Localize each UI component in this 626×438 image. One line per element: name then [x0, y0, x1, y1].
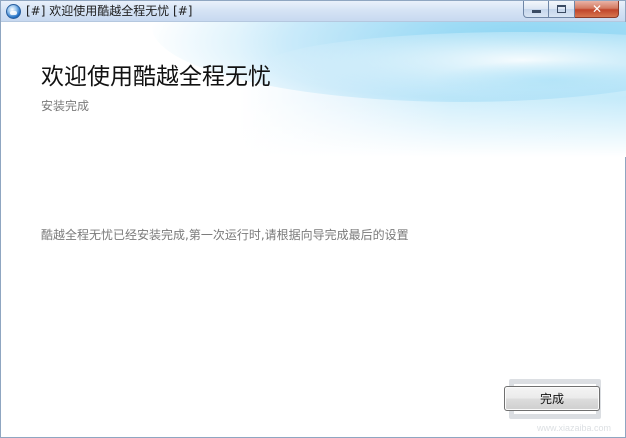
- close-button[interactable]: ✕: [575, 1, 619, 18]
- page-subtitle: 安装完成: [41, 99, 90, 113]
- installer-window: [#] 欢迎使用酷越全程无忧 [#] ✕ 欢迎使用酷越全程无忧 安装完成 酷越全…: [0, 0, 626, 438]
- title-bar[interactable]: [#] 欢迎使用酷越全程无忧 [#] ✕: [1, 1, 625, 22]
- maximize-icon: [557, 5, 566, 13]
- finish-button[interactable]: 完成: [504, 386, 600, 411]
- close-icon: ✕: [592, 2, 603, 16]
- minimize-button[interactable]: [523, 1, 549, 18]
- page-title: 欢迎使用酷越全程无忧: [41, 64, 271, 90]
- minimize-icon: [532, 10, 541, 13]
- app-globe-icon: [6, 4, 21, 19]
- completion-message: 酷越全程无忧已经安装完成,第一次运行时,请根据向导完成最后的设置: [41, 228, 409, 242]
- window-title: [#] 欢迎使用酷越全程无忧 [#]: [26, 4, 193, 18]
- watermark-domain: www.xiazaiba.com: [537, 423, 612, 433]
- caption-buttons: ✕: [523, 1, 619, 18]
- maximize-button[interactable]: [549, 1, 575, 18]
